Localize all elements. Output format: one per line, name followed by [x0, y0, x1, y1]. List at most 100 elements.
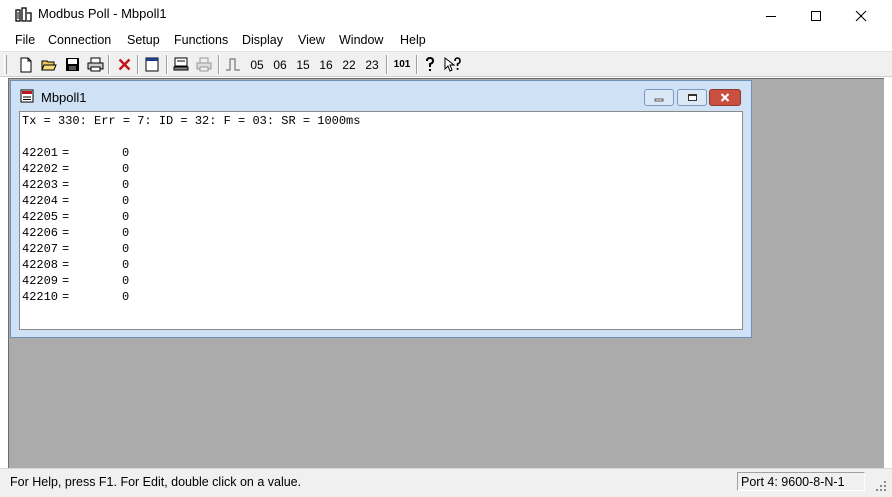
print-button[interactable]: [86, 54, 104, 75]
toolbar-separator: [416, 55, 418, 74]
register-equals: =: [62, 274, 70, 288]
toolbar-separator: [218, 55, 220, 74]
minimize-icon: [654, 98, 663, 101]
register-address: 42201: [22, 146, 59, 160]
register-value[interactable]: 0: [122, 177, 129, 193]
status-port-text: Port 4: 9600-8-N-1: [741, 475, 845, 489]
maximize-button[interactable]: [793, 0, 839, 31]
register-address: 42209: [22, 274, 59, 288]
menu-bar: File Connection Setup Functions Display …: [0, 31, 892, 51]
register-address: 42204: [22, 194, 59, 208]
print-icon: [87, 57, 103, 72]
menu-help[interactable]: Help: [400, 33, 426, 47]
close-icon: [720, 93, 730, 102]
register-equals: =: [62, 162, 70, 176]
register-address: 42206: [22, 226, 59, 240]
menu-connection[interactable]: Connection: [48, 33, 111, 47]
read-write-button[interactable]: [195, 54, 213, 75]
menu-functions[interactable]: Functions: [174, 33, 228, 47]
child-window-mbpoll1[interactable]: Mbpoll1 Tx = 330: Err = 7: ID = 32: F = …: [10, 80, 752, 338]
register-value[interactable]: 0: [122, 193, 129, 209]
toolbar-separator: [166, 55, 168, 74]
register-row[interactable]: 42205 = 0: [22, 209, 129, 225]
register-equals: =: [62, 146, 70, 160]
register-row[interactable]: 42206 = 0: [22, 225, 129, 241]
function-06-button[interactable]: 06: [270, 54, 290, 75]
register-equals: =: [62, 178, 70, 192]
function-101-button[interactable]: 101: [391, 54, 413, 75]
toolbar-separator: [137, 55, 139, 74]
size-grip-icon[interactable]: [872, 477, 888, 493]
register-row[interactable]: 42202 = 0: [22, 161, 129, 177]
status-bar: For Help, press F1. For Edit, double cli…: [0, 468, 892, 497]
menu-display[interactable]: Display: [242, 33, 283, 47]
maximize-icon: [811, 10, 821, 21]
toolbar-grip[interactable]: [4, 55, 7, 74]
open-icon: [41, 60, 57, 70]
register-view[interactable]: Tx = 330: Err = 7: ID = 32: F = 03: SR =…: [19, 111, 743, 330]
register-equals: =: [62, 258, 70, 272]
register-value[interactable]: 0: [122, 145, 129, 161]
read-write-icon: [196, 57, 212, 72]
child-close-button[interactable]: [709, 89, 741, 106]
about-icon: [426, 57, 435, 71]
function-15-button[interactable]: 15: [293, 54, 313, 75]
menu-view[interactable]: View: [298, 33, 325, 47]
context-help-icon: [444, 56, 461, 72]
menu-setup[interactable]: Setup: [127, 33, 160, 47]
register-address: 42210: [22, 290, 59, 304]
register-row[interactable]: 42203 = 0: [22, 177, 129, 193]
new-button[interactable]: [17, 54, 35, 75]
window-button[interactable]: [143, 54, 161, 75]
register-value[interactable]: 0: [122, 241, 129, 257]
new-icon: [20, 57, 32, 72]
function-23-button[interactable]: 23: [362, 54, 382, 75]
minimize-icon: [766, 15, 776, 17]
modbus-poll-app-icon[interactable]: [15, 7, 32, 24]
about-button[interactable]: [421, 54, 439, 75]
toolbar-separator: [386, 55, 388, 74]
child-window-title: Mbpoll1: [41, 90, 87, 105]
register-equals: =: [62, 210, 70, 224]
menu-window[interactable]: Window: [339, 33, 383, 47]
register-address: 42207: [22, 242, 59, 256]
minimize-button[interactable]: [748, 0, 794, 31]
close-button[interactable]: [838, 0, 884, 31]
menu-file[interactable]: File: [15, 33, 35, 47]
register-row[interactable]: 42210 = 0: [22, 289, 129, 305]
title-bar[interactable]: Modbus Poll - Mbpoll1: [0, 0, 892, 31]
register-row[interactable]: 42209 = 0: [22, 273, 129, 289]
register-row[interactable]: 42201 = 0: [22, 145, 129, 161]
toolbar-separator: [108, 55, 110, 74]
register-value[interactable]: 0: [122, 289, 129, 305]
register-equals: =: [62, 194, 70, 208]
register-row[interactable]: 42207 = 0: [22, 241, 129, 257]
register-value[interactable]: 0: [122, 161, 129, 177]
pulse-icon: [226, 58, 240, 71]
function-22-button[interactable]: 22: [339, 54, 359, 75]
function-05-button[interactable]: 05: [247, 54, 267, 75]
window-title: Modbus Poll - Mbpoll1: [38, 6, 167, 21]
function-16-button[interactable]: 16: [316, 54, 336, 75]
child-restore-button[interactable]: [677, 89, 707, 106]
context-help-button[interactable]: [443, 54, 463, 75]
child-minimize-button[interactable]: [644, 89, 674, 106]
register-value[interactable]: 0: [122, 209, 129, 225]
open-button[interactable]: [40, 54, 58, 75]
register-row[interactable]: 42208 = 0: [22, 257, 129, 273]
child-title-bar[interactable]: Mbpoll1: [11, 81, 751, 111]
document-icon: [20, 89, 34, 103]
connect-button[interactable]: [172, 54, 190, 75]
poll-status-line: Tx = 330: Err = 7: ID = 32: F = 03: SR =…: [22, 114, 361, 128]
register-row[interactable]: 42204 = 0: [22, 193, 129, 209]
register-value[interactable]: 0: [122, 225, 129, 241]
window-icon: [145, 57, 159, 72]
pulse-button[interactable]: [224, 54, 242, 75]
toolbar: 05 06 15 16 22 23 101: [0, 51, 892, 77]
register-value[interactable]: 0: [122, 273, 129, 289]
disconnect-button[interactable]: [115, 54, 133, 75]
register-equals: =: [62, 290, 70, 304]
save-button[interactable]: [63, 54, 81, 75]
register-value[interactable]: 0: [122, 257, 129, 273]
register-address: 42205: [22, 210, 59, 224]
